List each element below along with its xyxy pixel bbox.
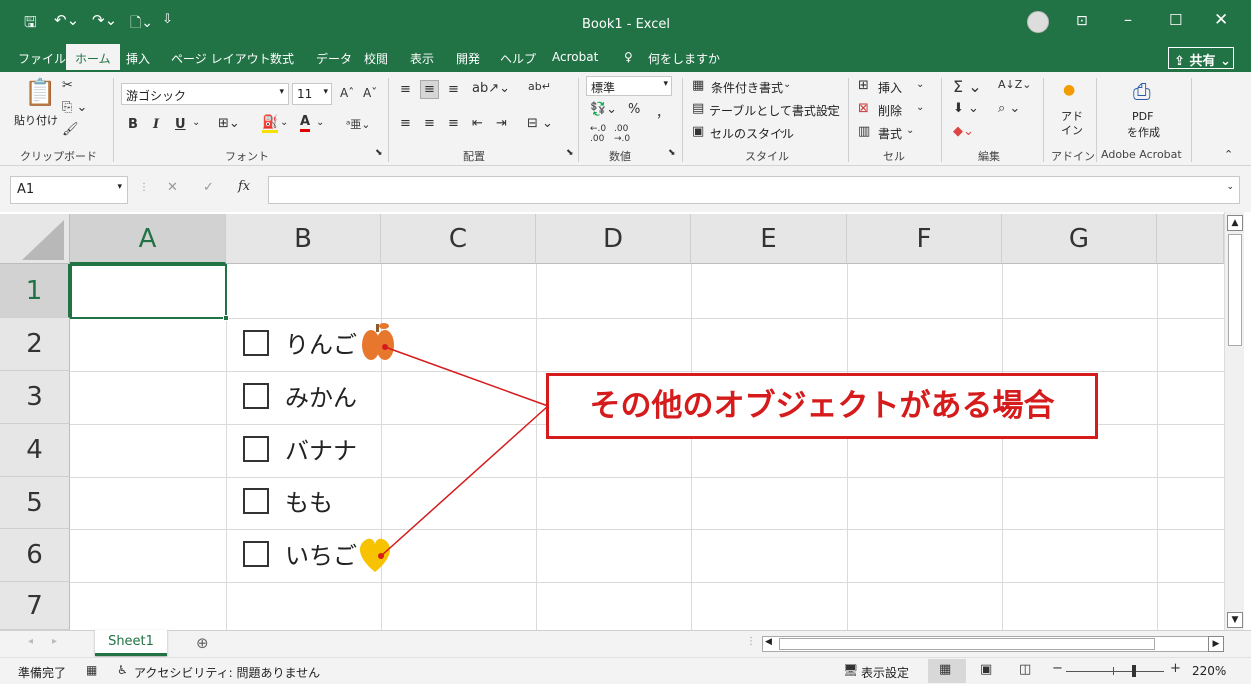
status-bar: 準備完了 ▦ ♿ アクセシビリティ: 問題ありません 🖥 表示設定 ▦ ▣ ◫ … — [0, 657, 1251, 684]
zoom-in-icon[interactable]: + — [1170, 661, 1181, 676]
page-break-view-icon[interactable]: ◫ — [1019, 662, 1031, 677]
split-handle-icon[interactable]: ⋮ — [746, 636, 756, 647]
zoom-slider[interactable] — [1066, 665, 1164, 677]
horizontal-scroll-thumb[interactable] — [779, 638, 1155, 650]
sheet-tab-sheet1[interactable]: Sheet1 — [95, 630, 167, 656]
apple-icon[interactable] — [362, 323, 394, 360]
zoom-slider-center-mark — [1113, 667, 1114, 675]
accessibility-status[interactable]: アクセシビリティ: 問題ありません — [134, 664, 320, 681]
sheet-tab-bar: ◂ ▸ Sheet1 ⊕ ⋮ ◀ ▶ — [0, 630, 1251, 657]
prev-sheet-icon[interactable]: ◂ — [28, 636, 33, 647]
ready-status: 準備完了 — [18, 666, 67, 680]
zoom-slider-thumb[interactable] — [1132, 665, 1136, 677]
new-sheet-icon[interactable]: ⊕ — [196, 634, 209, 652]
annotation-overlay — [359, 323, 549, 572]
display-settings-icon: 🖥 — [843, 663, 859, 677]
normal-view-icon: ▦ — [939, 662, 952, 677]
horizontal-scrollbar[interactable]: ◀ — [762, 636, 1224, 652]
zoom-level[interactable]: 220% — [1192, 664, 1226, 678]
callout-box: その他のオブジェクトがある場合 — [546, 373, 1098, 439]
display-settings-button[interactable]: 表示設定 — [861, 664, 909, 681]
heart-icon[interactable] — [359, 538, 391, 572]
next-sheet-icon[interactable]: ▸ — [52, 636, 57, 647]
scroll-left-icon[interactable]: ◀ — [765, 637, 772, 647]
scroll-right-icon[interactable]: ▶ — [1208, 636, 1224, 652]
accessibility-icon[interactable]: ♿ — [117, 663, 128, 677]
macro-record-icon[interactable]: ▦ — [86, 663, 97, 677]
normal-view-button[interactable]: ▦ — [928, 659, 966, 683]
zoom-out-icon[interactable]: − — [1052, 661, 1063, 676]
page-layout-view-icon[interactable]: ▣ — [980, 662, 992, 677]
